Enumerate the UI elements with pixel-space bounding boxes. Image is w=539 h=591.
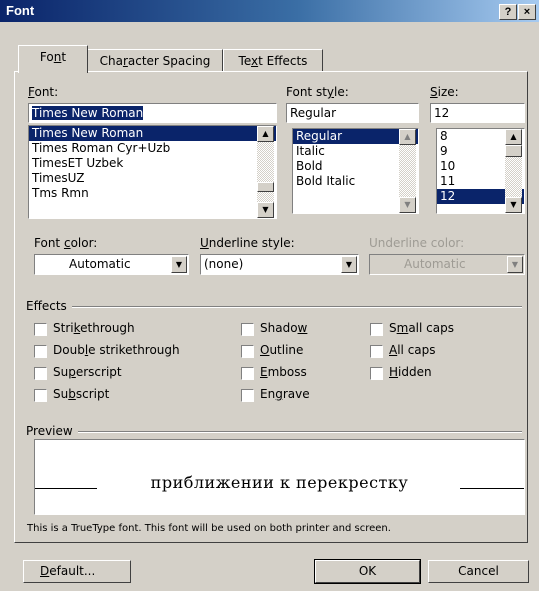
window-title: Font [6, 3, 35, 18]
tab-text-effects[interactable]: Text Effects [223, 49, 323, 72]
chevron-down-icon[interactable]: ▼ [171, 256, 187, 273]
font-color-label: Font color: [34, 236, 98, 250]
preview-title: Preview [26, 424, 73, 438]
font-style-label: Font style: [286, 85, 349, 99]
tab-font[interactable]: Font [18, 45, 88, 73]
ok-button[interactable]: OK [314, 559, 421, 584]
list-item[interactable]: Times Roman Cyr+Uzb [29, 141, 276, 156]
font-name-list[interactable]: Times New Roman Times Roman Cyr+Uzb Time… [28, 125, 277, 219]
small-caps-label: Small caps [389, 321, 454, 335]
all-caps-label: All caps [389, 343, 436, 357]
hidden-label: Hidden [389, 365, 432, 379]
underline-color-select: Automatic ▼ [369, 254, 525, 275]
underline-style-label: Underline style: [200, 236, 295, 250]
size-list-scrollbar[interactable]: ▲ ▼ [505, 129, 522, 213]
strikethrough-checkbox[interactable] [34, 323, 47, 336]
size-input[interactable]: 12 [430, 103, 525, 123]
double-strikethrough-checkbox[interactable] [34, 345, 47, 358]
preview-box: приближении к перекрестку [34, 439, 525, 515]
list-item[interactable]: TimesET Uzbek [29, 156, 276, 171]
scroll-down-icon[interactable]: ▼ [505, 197, 522, 213]
underline-color-label: Underline color: [369, 236, 465, 250]
shadow-label: Shadow [260, 321, 308, 335]
list-item[interactable]: TimesUZ [29, 171, 276, 186]
outline-checkbox[interactable] [241, 345, 254, 358]
scroll-down-icon[interactable]: ▼ [257, 202, 274, 218]
emboss-label: Emboss [260, 365, 307, 379]
tab-character-spacing[interactable]: Character Spacing [87, 49, 223, 72]
title-bar: Font ? × [0, 0, 539, 22]
default-button[interactable]: Default... [23, 560, 131, 583]
subscript-checkbox[interactable] [34, 389, 47, 402]
scroll-thumb[interactable] [505, 145, 522, 157]
scroll-thumb[interactable] [257, 182, 274, 192]
hidden-checkbox[interactable] [370, 367, 383, 380]
shadow-checkbox[interactable] [241, 323, 254, 336]
superscript-checkbox[interactable] [34, 367, 47, 380]
outline-label: Outline [260, 343, 304, 357]
size-label: Size: [430, 85, 459, 99]
font-label: Font: [28, 85, 59, 99]
double-strikethrough-label: Double strikethrough [53, 343, 180, 357]
underline-style-select[interactable]: (none) ▼ [200, 254, 359, 275]
help-button[interactable]: ? [499, 4, 517, 20]
preview-divider [78, 431, 522, 433]
close-button[interactable]: × [518, 4, 536, 20]
strikethrough-label: Strikethrough [53, 321, 135, 335]
truetype-note: This is a TrueType font. This font will … [27, 523, 391, 534]
chevron-down-icon: ▼ [507, 256, 523, 273]
preview-text: приближении к перекрестку [150, 473, 409, 492]
effects-divider [72, 306, 522, 308]
font-name-value: Times New Roman [32, 106, 144, 120]
chevron-down-icon[interactable]: ▼ [341, 256, 357, 273]
style-list-scrollbar[interactable]: ▲ ▼ [399, 129, 416, 213]
all-caps-checkbox[interactable] [370, 345, 383, 358]
engrave-label: Engrave [260, 387, 310, 401]
list-item[interactable]: Tms Rmn [29, 186, 276, 201]
emboss-checkbox[interactable] [241, 367, 254, 380]
font-color-select[interactable]: Automatic ▼ [34, 254, 189, 275]
subscript-label: Subscript [53, 387, 110, 401]
font-style-input[interactable]: Regular [286, 103, 419, 123]
scroll-up-icon[interactable]: ▲ [257, 126, 274, 142]
cancel-button[interactable]: Cancel [428, 560, 529, 583]
font-name-input[interactable]: Times New Roman [28, 103, 277, 123]
small-caps-checkbox[interactable] [370, 323, 383, 336]
scroll-up-icon[interactable]: ▲ [399, 129, 416, 145]
engrave-checkbox[interactable] [241, 389, 254, 402]
effects-title: Effects [26, 299, 67, 313]
list-item[interactable]: Times New Roman [29, 126, 276, 141]
superscript-label: Superscript [53, 365, 122, 379]
scroll-up-icon[interactable]: ▲ [505, 129, 522, 145]
font-list-scrollbar[interactable]: ▲ ▼ [257, 126, 274, 218]
scroll-down-icon[interactable]: ▼ [399, 197, 416, 213]
